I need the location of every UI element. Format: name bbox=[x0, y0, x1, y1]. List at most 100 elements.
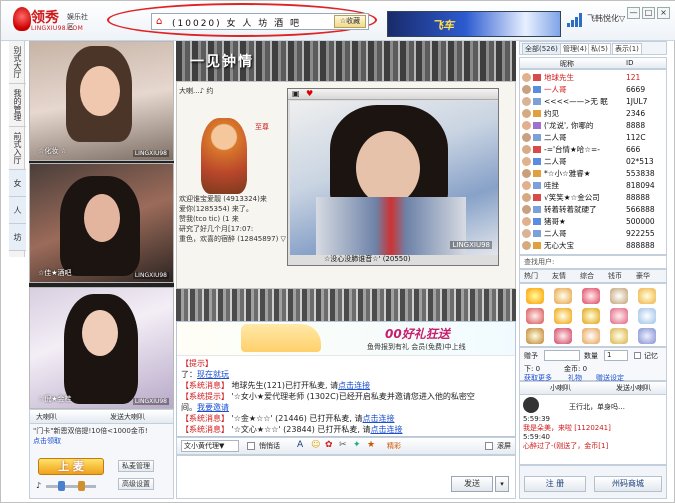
tab-other[interactable]: 表示(1) bbox=[612, 43, 642, 55]
gift-item[interactable] bbox=[526, 288, 544, 304]
small-horn-tab[interactable]: 小喇叭 bbox=[550, 384, 571, 393]
tab-recent[interactable]: 前式入厅 bbox=[9, 127, 26, 170]
gift-item[interactable] bbox=[638, 308, 656, 324]
gift-item[interactable] bbox=[526, 308, 544, 324]
user-row[interactable]: 二人哥 112C bbox=[520, 132, 666, 143]
send-button[interactable]: 发送 bbox=[451, 476, 493, 492]
gift-count-input[interactable]: 1 bbox=[604, 350, 628, 361]
gift-to-select[interactable] bbox=[544, 350, 580, 361]
col-id[interactable]: ID bbox=[626, 59, 633, 67]
close-button[interactable]: × bbox=[657, 7, 670, 19]
gift-tab-hot[interactable]: 热门 bbox=[524, 271, 538, 281]
shop-button[interactable]: 州码商城 bbox=[594, 476, 662, 492]
camera-icon[interactable]: ▣ bbox=[292, 89, 300, 98]
gift-item[interactable] bbox=[526, 328, 544, 344]
favorite-button[interactable]: ☆收藏 bbox=[334, 15, 366, 28]
tab-room-3[interactable]: 坊 bbox=[9, 224, 26, 251]
gift-tab-friend[interactable]: 友情 bbox=[552, 271, 566, 281]
tab-all-users[interactable]: 全部(526) bbox=[522, 43, 561, 55]
tab-private[interactable]: 私(5) bbox=[588, 43, 611, 55]
connect-link[interactable]: 点击连接 bbox=[338, 381, 370, 390]
cam-3[interactable]: ☆倪★金桂 LINGXIU98 bbox=[29, 287, 174, 409]
user-row[interactable]: 二人哥 02*513 bbox=[520, 156, 666, 167]
tab-room-2[interactable]: 人 bbox=[9, 197, 26, 224]
user-row[interactable]: 约见 2346 bbox=[520, 108, 666, 119]
user-avatar-icon bbox=[522, 205, 531, 214]
heart-icon[interactable]: ♥ bbox=[306, 89, 313, 98]
user-row[interactable]: *☆小☆雅睿★ 553838 bbox=[520, 168, 666, 179]
whisper-checkbox[interactable] bbox=[247, 442, 255, 450]
home-icon[interactable]: ⌂ bbox=[156, 17, 166, 27]
gift-item[interactable] bbox=[610, 288, 628, 304]
col-name[interactable]: 昵称 bbox=[560, 59, 574, 69]
middle-banner-strip bbox=[176, 289, 516, 321]
user-search[interactable]: 查找用户: bbox=[519, 255, 667, 269]
maximize-button[interactable]: □ bbox=[642, 7, 655, 19]
gift-tab-general[interactable]: 综合 bbox=[580, 271, 594, 281]
user-menu[interactable]: 飞韩悦化▽ bbox=[587, 13, 625, 24]
tab-room-1[interactable]: 女 bbox=[9, 170, 26, 197]
flower-icon[interactable]: ✿ bbox=[325, 440, 333, 450]
star-icon[interactable]: ★ bbox=[367, 440, 375, 450]
go-on-mic-button[interactable]: 上 麦 bbox=[38, 458, 104, 475]
cam-1[interactable]: ☆化妆 ☆ LINGXIU98 bbox=[29, 41, 174, 161]
gift-item[interactable] bbox=[610, 308, 628, 324]
advanced-settings-button[interactable]: 高级设置 bbox=[118, 478, 154, 490]
user-list[interactable]: 地球先生 121 一人哥 6669 <<<<——>无 眠 1JUL7 约见 2346 ('龙说'… bbox=[519, 69, 667, 255]
scroll-checkbox[interactable] bbox=[485, 442, 493, 450]
user-row[interactable]: √笑笑★☆金公司 88888 bbox=[520, 192, 666, 203]
gift-item[interactable] bbox=[638, 288, 656, 304]
cam-2[interactable]: ☆佳★酒吧 LINGXIU98 bbox=[29, 163, 174, 283]
user-row[interactable]: 地球先生 121 bbox=[520, 72, 666, 83]
gift-item[interactable] bbox=[638, 328, 656, 344]
tab-managers[interactable]: 管理(4) bbox=[560, 43, 590, 55]
horn-claim-link[interactable]: 点击领取 bbox=[33, 436, 170, 446]
send-options-icon[interactable]: ▾ bbox=[495, 476, 509, 492]
chat-target-select[interactable]: 文小黄代理▼ bbox=[181, 440, 239, 452]
send-big-horn-tab[interactable]: 发送大喇叭 bbox=[110, 412, 145, 422]
user-row[interactable]: <<<<——>无 眠 1JUL7 bbox=[520, 96, 666, 107]
gift-item[interactable] bbox=[610, 328, 628, 344]
gift-item[interactable] bbox=[582, 308, 600, 324]
emoji-icon[interactable]: ☺ bbox=[311, 440, 320, 450]
gift-item[interactable] bbox=[554, 328, 572, 344]
user-name: 猪哥★ bbox=[544, 217, 566, 226]
chat-input-area[interactable]: 发送 ▾ bbox=[176, 455, 516, 499]
minimize-button[interactable]: — bbox=[627, 7, 640, 19]
user-row[interactable]: 转着转着就硬了 566888 bbox=[520, 204, 666, 215]
gift-item[interactable] bbox=[582, 328, 600, 344]
public-chat[interactable]: 00好礼狂送 鱼骨报到有礼 会员(免费)中上线 【提示】 了：现在就玩 【系统消… bbox=[176, 321, 516, 437]
big-horn-tab[interactable]: 大喇叭 bbox=[36, 412, 57, 422]
send-small-horn-tab[interactable]: 发送小喇叭 bbox=[616, 384, 651, 393]
volume-slider[interactable]: ♪ bbox=[36, 480, 102, 492]
font-icon[interactable]: A bbox=[297, 440, 303, 450]
user-row[interactable]: 猪哥★ 500000 bbox=[520, 216, 666, 227]
gift-item[interactable] bbox=[554, 308, 572, 324]
gift-item[interactable] bbox=[582, 288, 600, 304]
scissors-icon[interactable]: ✂ bbox=[339, 440, 347, 450]
user-row[interactable]: ('龙说', 你哪的 8888 bbox=[520, 120, 666, 131]
invite-link[interactable]: 我要邀请 bbox=[197, 403, 229, 412]
user-row[interactable]: 无心大宝 888888 bbox=[520, 240, 666, 251]
connect-link[interactable]: 点击连接 bbox=[363, 414, 395, 423]
tab-hall[interactable]: 别式大厅 bbox=[9, 41, 26, 84]
gift-tab-luxury[interactable]: 豪华 bbox=[636, 271, 650, 281]
top-banner-strip: 一见钟情 bbox=[176, 41, 516, 81]
video-watermark: LINGXIU98 bbox=[450, 241, 492, 249]
main-video[interactable]: ▣ ♥ LINGXIU98 ☆没心没肺谁音☆' (20550) bbox=[287, 88, 499, 266]
private-mic-button[interactable]: 私麦管理 bbox=[118, 460, 154, 472]
feature-label[interactable]: 精彩 bbox=[387, 441, 401, 451]
ad-banner[interactable]: 飞车 bbox=[387, 11, 561, 37]
user-row[interactable]: -='台情★哈☆=- 666 bbox=[520, 144, 666, 155]
user-row[interactable]: 二人哥 922255 bbox=[520, 228, 666, 239]
user-row[interactable]: 一人哥 6669 bbox=[520, 84, 666, 95]
register-button[interactable]: 注 册 bbox=[524, 476, 586, 492]
gift-tab-money[interactable]: 钱币 bbox=[608, 271, 622, 281]
chat-ad-banner[interactable]: 00好礼狂送 鱼骨报到有礼 会员(免费)中上线 bbox=[177, 322, 515, 356]
connect-link[interactable]: 点击连接 bbox=[371, 425, 403, 434]
user-row[interactable]: 哇挫 818094 bbox=[520, 180, 666, 191]
gift-item[interactable] bbox=[554, 288, 572, 304]
tab-my-manage[interactable]: 我的管理 bbox=[9, 84, 26, 127]
gift-icon[interactable]: ✦ bbox=[353, 440, 361, 450]
remember-checkbox[interactable] bbox=[634, 352, 641, 359]
